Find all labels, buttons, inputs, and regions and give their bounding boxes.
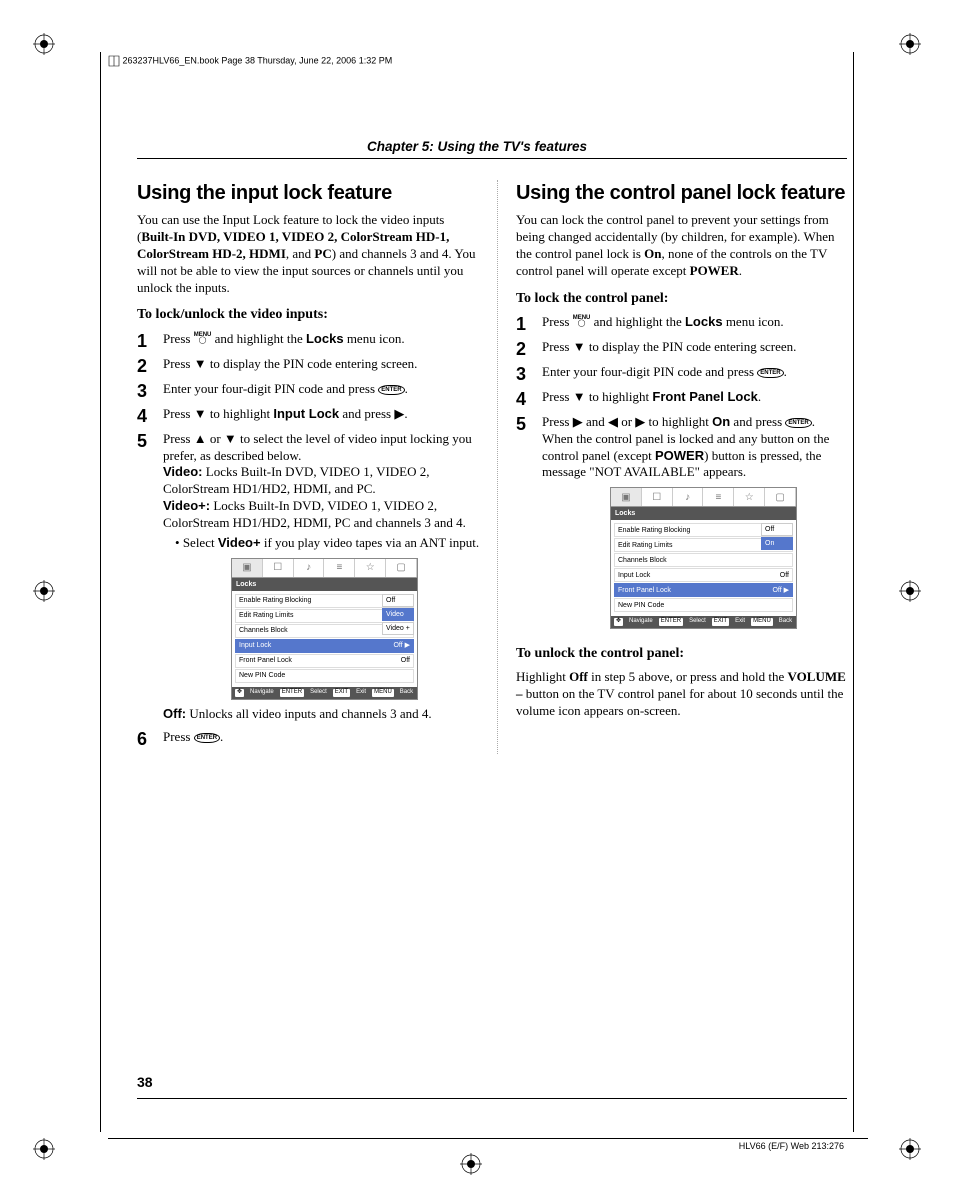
step-text: Press MENU and highlight the Locks menu … (163, 331, 483, 348)
footer-crop-line (108, 1138, 868, 1139)
crop-line (100, 52, 101, 1132)
content-columns: Using the input lock feature You can use… (137, 180, 849, 754)
chapter-runner: Chapter 5: Using the TV's features (367, 138, 587, 156)
step-text: Press ▼ to display the PIN code entering… (163, 356, 483, 373)
subhead-lock-panel: To lock the control panel: (516, 290, 849, 308)
crop-mark-icon (33, 33, 55, 55)
osd-tab-icon: ▣ (232, 559, 263, 577)
book-tag-text: 263237HLV66_EN.book Page 38 Thursday, Ju… (123, 55, 393, 65)
enter-icon: ENTER (785, 418, 811, 428)
footer-rule (137, 1098, 847, 1099)
step-text: Press ▼ to display the PIN code entering… (542, 339, 849, 356)
unlock-text: Highlight Off in step 5 above, or press … (516, 669, 849, 720)
osd-tab-icon: ☆ (734, 488, 765, 506)
menu-icon: MENU (573, 315, 591, 327)
step-text: Press ENTER. (163, 729, 483, 746)
osd-row: New PIN Code (614, 598, 793, 612)
osd-screenshot-input-lock: ▣☐♪≡☆▢LocksEnable Rating BlockingOffEdit… (163, 558, 483, 700)
header-rule (137, 158, 847, 159)
page-number: 38 (137, 1073, 153, 1091)
osd-row: Front Panel LockOff ▶ (614, 583, 793, 597)
crop-mark-icon (33, 580, 55, 602)
step-text: Press ▼ to highlight Input Lock and pres… (163, 406, 483, 423)
step-text: Press MENU and highlight the Locks menu … (542, 314, 849, 331)
step-text: Enter your four-digit PIN code and press… (542, 364, 849, 381)
subhead-lock-video: To lock/unlock the video inputs: (137, 306, 483, 324)
steps-list: 1Press MENU and highlight the Locks menu… (516, 314, 849, 635)
enter-icon: ENTER (757, 368, 783, 378)
book-icon (108, 55, 120, 67)
osd-row: Front Panel LockOff (235, 654, 414, 668)
osd-row: New PIN Code (235, 669, 414, 683)
osd-tab-icon: ♪ (673, 488, 704, 506)
osd-tab-icon: ▣ (611, 488, 642, 506)
osd-row: Input LockOff ▶ (235, 639, 414, 653)
step-text: Press ▼ to highlight Front Panel Lock. (542, 389, 849, 406)
osd-tab-icon: ≡ (324, 559, 355, 577)
crop-mark-icon (899, 1138, 921, 1160)
subhead-unlock-panel: To unlock the control panel: (516, 645, 849, 663)
osd-tab-icon: ☐ (642, 488, 673, 506)
osd-footer: ✥NavigateENTERSelectEXITExitMENUBack (611, 616, 796, 628)
footer-right-text: HLV66 (E/F) Web 213:276 (739, 1141, 844, 1153)
step-text: Press ▲ or ▼ to select the level of vide… (163, 431, 483, 723)
osd-option: Off (761, 523, 793, 536)
left-column: Using the input lock feature You can use… (137, 180, 483, 754)
osd-option: On (761, 537, 793, 550)
enter-icon: ENTER (378, 385, 404, 395)
osd-option: Off (382, 594, 414, 607)
osd-tab-icon: ♪ (294, 559, 325, 577)
osd-tab-icon: ☆ (355, 559, 386, 577)
osd-option: Video + (382, 622, 414, 635)
osd-tab-icon: ▢ (386, 559, 417, 577)
osd-title: Locks (611, 507, 796, 520)
heading-panel-lock: Using the control panel lock feature (516, 180, 849, 206)
osd-title: Locks (232, 578, 417, 591)
osd-option: Video (382, 608, 414, 621)
right-column: Using the control panel lock feature You… (497, 180, 849, 754)
crop-mark-icon (33, 1138, 55, 1160)
intro-text: You can lock the control panel to preven… (516, 212, 849, 280)
osd-tab-icon: ☐ (263, 559, 294, 577)
step-text: Press ▶ and ◀ or ▶ to highlight On and p… (542, 414, 849, 635)
crop-mark-icon (899, 33, 921, 55)
menu-icon: MENU (194, 332, 212, 344)
manual-page: 263237HLV66_EN.book Page 38 Thursday, Ju… (0, 0, 954, 1193)
osd-tab-icon: ▢ (765, 488, 796, 506)
enter-icon: ENTER (194, 733, 220, 743)
book-tag: 263237HLV66_EN.book Page 38 Thursday, Ju… (108, 55, 392, 67)
steps-list: 1Press MENU and highlight the Locks menu… (137, 331, 483, 748)
intro-text: You can use the Input Lock feature to lo… (137, 212, 483, 296)
osd-row: Channels Block (614, 553, 793, 567)
crop-mark-icon (460, 1153, 482, 1175)
step-text: Enter your four-digit PIN code and press… (163, 381, 483, 398)
osd-screenshot-panel-lock: ▣☐♪≡☆▢LocksEnable Rating BlockingOffEdit… (542, 487, 849, 629)
crop-line (853, 52, 854, 1132)
osd-tab-icon: ≡ (703, 488, 734, 506)
osd-footer: ✥NavigateENTERSelectEXITExitMENUBack (232, 687, 417, 699)
osd-row: Input LockOff (614, 568, 793, 582)
heading-input-lock: Using the input lock feature (137, 180, 483, 206)
crop-mark-icon (899, 580, 921, 602)
